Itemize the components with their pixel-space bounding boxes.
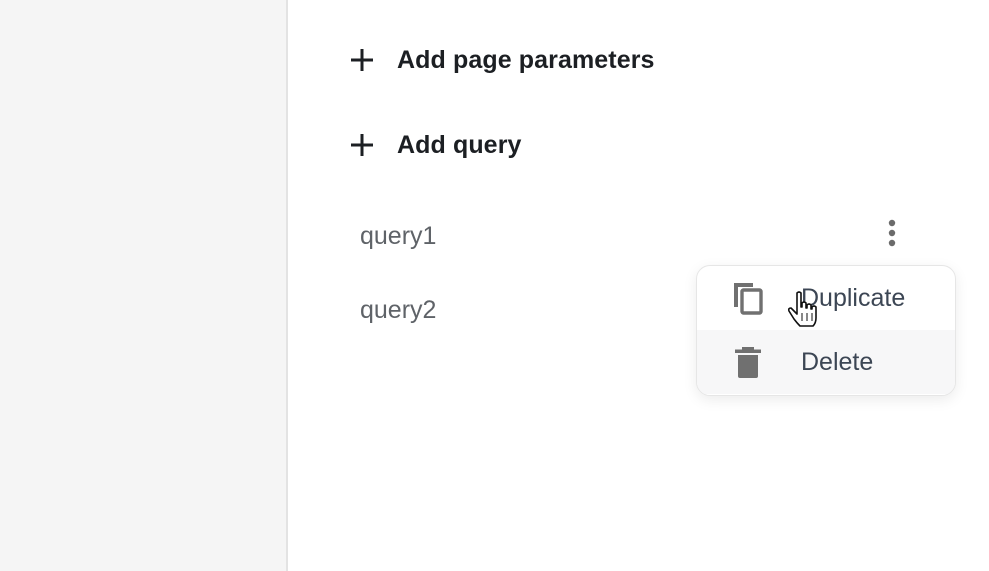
plus-icon — [348, 46, 376, 74]
copy-icon — [729, 279, 767, 317]
duplicate-menu-item[interactable]: Duplicate — [697, 266, 955, 330]
left-sidebar — [0, 0, 288, 571]
duplicate-label: Duplicate — [801, 283, 906, 312]
add-query-label: Add query — [397, 130, 522, 159]
add-query-button[interactable]: Add query — [348, 125, 522, 165]
trash-icon — [729, 343, 767, 381]
query-list-item[interactable]: query2 — [360, 292, 436, 328]
plus-icon — [348, 131, 376, 159]
query-more-options-button[interactable] — [876, 216, 908, 254]
delete-menu-item[interactable]: Delete — [697, 330, 955, 394]
add-page-parameters-label: Add page parameters — [397, 45, 655, 74]
add-page-parameters-button[interactable]: Add page parameters — [348, 40, 655, 80]
delete-label: Delete — [801, 347, 874, 376]
query-context-menu: Duplicate Delete — [696, 265, 956, 396]
query-list-item[interactable]: query1 — [360, 218, 436, 254]
more-vertical-icon — [887, 218, 897, 253]
